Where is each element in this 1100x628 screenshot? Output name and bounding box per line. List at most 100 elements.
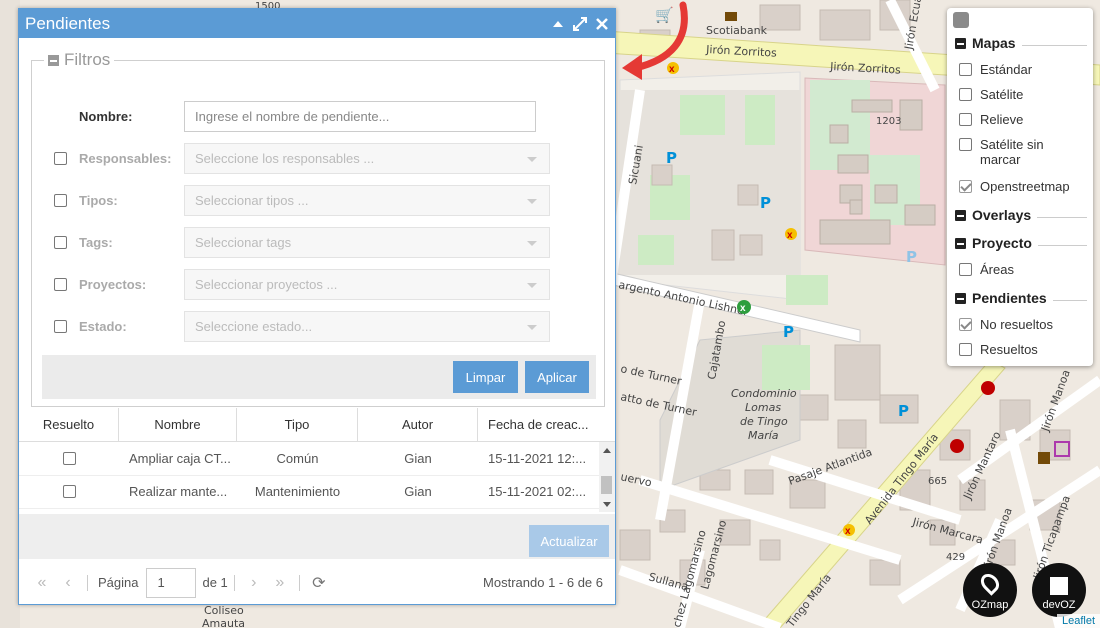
filter-label: Proyectos: [79, 277, 147, 292]
filter-row: Estado: Seleccione estado... [54, 311, 550, 342]
map-label: Amauta [202, 617, 245, 628]
collapse-minus-icon[interactable] [48, 54, 59, 66]
first-page-icon[interactable]: « [29, 574, 55, 592]
prev-page-icon[interactable]: ‹ [55, 574, 81, 592]
layer-checkbox[interactable] [959, 343, 972, 356]
layer-item[interactable]: Satélite sin marcar [959, 137, 1087, 167]
page-input[interactable] [146, 567, 197, 598]
layer-item[interactable]: Satélite [959, 87, 1087, 102]
filter-select[interactable]: Seleccione estado... [184, 311, 550, 342]
filter-select[interactable]: Seleccionar proyectos ... [184, 269, 550, 300]
column-header-nombre[interactable]: Nombre [119, 408, 237, 441]
close-icon[interactable] [595, 17, 609, 31]
filter-label: Estado: [79, 319, 127, 334]
collapse-minus-icon[interactable] [955, 237, 966, 249]
layer-item[interactable]: Openstreetmap [959, 179, 1087, 194]
cell-nombre: Realizar mante... [129, 484, 228, 499]
layer-item[interactable]: No resueltos [959, 317, 1087, 332]
filter-select-placeholder: Seleccionar tags [195, 235, 292, 250]
filter-enable-checkbox[interactable] [54, 236, 67, 249]
next-page-icon[interactable]: › [241, 574, 267, 592]
filter-select[interactable]: Seleccionar tags [184, 227, 550, 258]
filters-legend[interactable]: Filtros [44, 50, 115, 70]
cell-nombre: Ampliar caja CT... [129, 451, 231, 466]
apply-button[interactable]: Aplicar [525, 361, 589, 393]
column-header-fecha[interactable]: Fecha de creac... [478, 408, 615, 441]
layer-item[interactable]: Resueltos [959, 342, 1087, 357]
filter-select[interactable]: Seleccionar tipos ... [184, 185, 550, 216]
layer-group-header[interactable]: Mapas [955, 35, 1087, 51]
filter-enable-checkbox[interactable] [54, 152, 67, 165]
layer-checkbox[interactable] [959, 88, 972, 101]
cell-autor: Gian [404, 451, 432, 466]
window-header[interactable]: Pendientes [19, 9, 615, 38]
filter-select-placeholder: Seleccionar proyectos ... [195, 277, 338, 292]
filter-enable-checkbox[interactable] [54, 194, 67, 207]
layer-item[interactable]: Áreas [959, 262, 1087, 277]
filter-select[interactable]: Seleccione los responsables ... [184, 143, 550, 174]
layer-checkbox[interactable] [959, 113, 972, 126]
table-row[interactable]: Realizar mante... Mantenimiento Gian 15-11-… [19, 475, 599, 509]
collapse-minus-icon[interactable] [955, 209, 966, 221]
layer-group-title: Proyecto [972, 235, 1032, 251]
pendientes-window: Pendientes Filtros Nombre: Responsables:… [18, 8, 616, 605]
chevron-down-icon [527, 241, 537, 246]
layer-item[interactable]: Estándar [959, 62, 1087, 77]
filter-select-placeholder: Seleccionar tipos ... [195, 193, 309, 208]
layer-checkbox[interactable] [959, 138, 972, 151]
grid-header: Resuelto Nombre Tipo Autor Fecha de crea… [19, 408, 615, 442]
map-label: Lomas [745, 401, 781, 414]
layer-group-header[interactable]: Overlays [955, 207, 1087, 223]
resolved-checkbox[interactable] [62, 452, 76, 465]
filter-row: Responsables: Seleccione los responsables… [54, 143, 550, 174]
grid-scrollbar[interactable] [599, 442, 615, 512]
leaflet-attribution[interactable]: Leaflet [1056, 614, 1100, 628]
layer-item-label: Openstreetmap [980, 179, 1070, 194]
resolved-checkbox[interactable] [62, 485, 76, 498]
cell-fecha: 15-11-2021 02:... [488, 484, 587, 499]
cube-icon [1050, 577, 1068, 595]
layer-checkbox[interactable] [959, 263, 972, 276]
filter-select-placeholder: Seleccione estado... [195, 319, 313, 334]
map-label: Scotiabank [706, 24, 768, 37]
parking-icon: P [760, 194, 771, 212]
filter-enable-checkbox[interactable] [54, 278, 67, 291]
library-icon [1038, 452, 1050, 464]
filter-enable-checkbox[interactable] [54, 320, 67, 333]
devoz-logo[interactable]: devOZ [1032, 563, 1086, 617]
clear-button[interactable]: Limpar [453, 361, 518, 393]
layer-checkbox[interactable] [959, 180, 972, 193]
layer-group-header[interactable]: Pendientes [955, 290, 1087, 306]
column-header-tipo[interactable]: Tipo [237, 408, 358, 441]
map-label: Coliseo [204, 604, 244, 617]
column-header-resuelto[interactable]: Resuelto [19, 408, 119, 441]
layer-group-header[interactable]: Proyecto [955, 235, 1087, 251]
map-label: 429 [946, 552, 965, 563]
last-page-icon[interactable]: » [267, 574, 293, 592]
collapse-minus-icon[interactable] [955, 292, 966, 304]
map-label: Condominio [731, 387, 797, 400]
scroll-down-icon[interactable] [603, 502, 611, 507]
collapse-icon[interactable] [551, 17, 565, 31]
svg-text:x: x [787, 230, 793, 241]
layer-item-label: No resueltos [980, 317, 1053, 332]
scroll-thumb[interactable] [601, 476, 612, 494]
layer-item[interactable]: Relieve [959, 112, 1087, 127]
table-row[interactable]: Ampliar caja CT... Común Gian 15-11-2021 12… [19, 442, 599, 476]
parking-icon: P [906, 248, 917, 266]
layer-checkbox[interactable] [959, 318, 972, 331]
lock-icon[interactable] [953, 12, 969, 28]
maximize-icon[interactable] [573, 16, 587, 31]
update-button[interactable]: Actualizar [529, 525, 609, 557]
layer-item-label: Relieve [980, 112, 1024, 127]
filter-row: Proyectos: Seleccionar proyectos ... [54, 269, 550, 300]
scroll-up-icon[interactable] [603, 448, 611, 453]
nombre-input[interactable] [184, 101, 536, 132]
filters-legend-label: Filtros [64, 50, 111, 69]
layer-checkbox[interactable] [959, 63, 972, 76]
column-header-autor[interactable]: Autor [358, 408, 478, 441]
chevron-down-icon [527, 199, 537, 204]
refresh-icon[interactable]: ⟳ [306, 573, 332, 593]
collapse-minus-icon[interactable] [955, 37, 966, 49]
ozmap-logo[interactable]: OZmap [963, 563, 1017, 617]
